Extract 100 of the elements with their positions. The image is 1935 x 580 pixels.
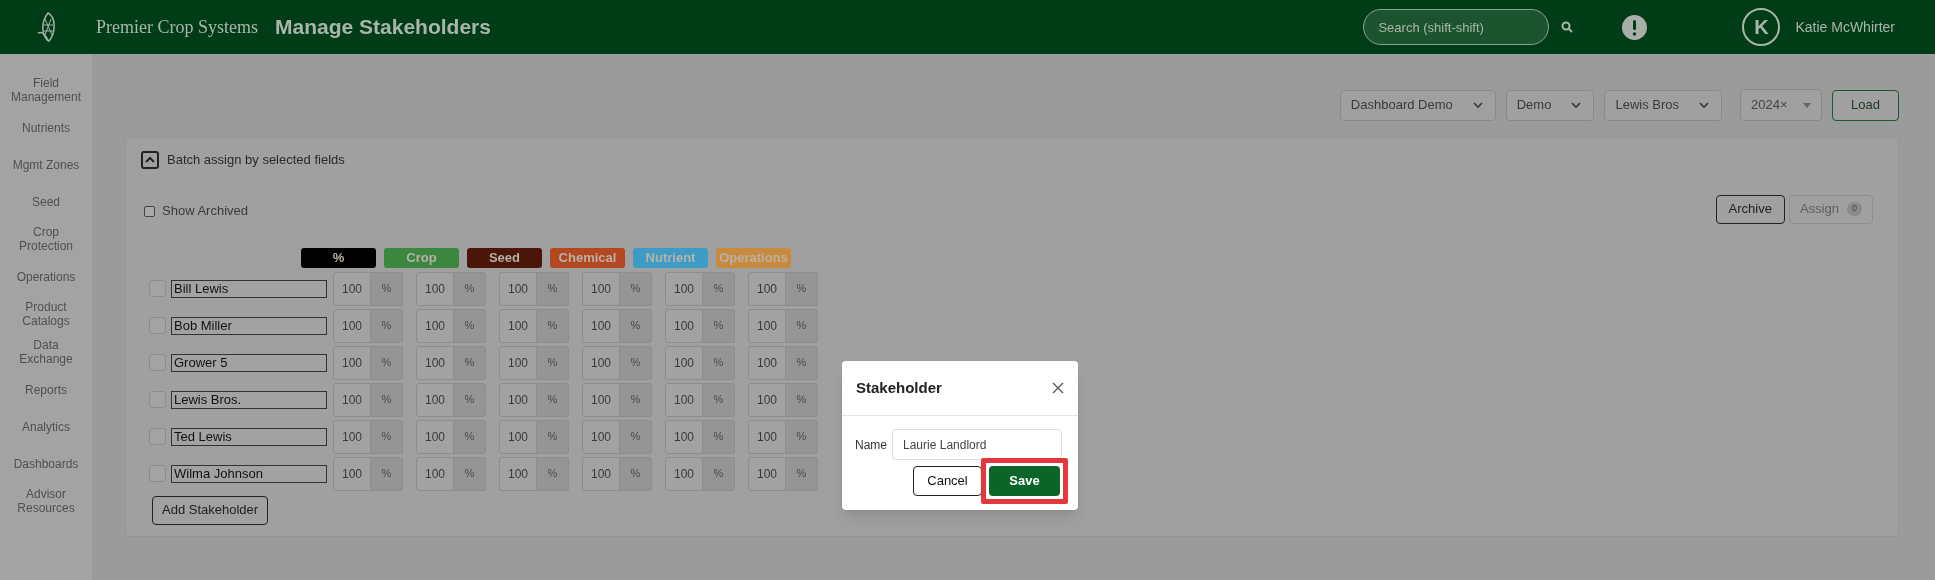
- percent-field[interactable]: 100: [582, 419, 620, 454]
- percent-field[interactable]: 100: [499, 419, 537, 454]
- percent-field[interactable]: 100: [416, 382, 454, 417]
- percent-field[interactable]: 100: [333, 345, 371, 380]
- percent-suffix: %: [537, 456, 569, 491]
- percent-field[interactable]: 100: [499, 382, 537, 417]
- sidebar-item[interactable]: Product Catalogs: [6, 300, 86, 328]
- name-label: Name: [855, 436, 887, 454]
- chevron-icon: [145, 155, 155, 164]
- percent-field[interactable]: 100: [333, 271, 371, 306]
- show-archived-checkbox[interactable]: [144, 205, 155, 217]
- sidebar-item[interactable]: Nutrients: [6, 114, 86, 141]
- year-select[interactable]: 2024×: [1740, 89, 1822, 121]
- stakeholder-name-field[interactable]: Grower 5: [171, 353, 327, 372]
- column-header: Nutrient: [633, 247, 708, 268]
- percent-field[interactable]: 100: [748, 419, 786, 454]
- percent-field[interactable]: 100: [665, 382, 703, 417]
- percent-field[interactable]: 100: [665, 308, 703, 343]
- percent-field[interactable]: 100: [748, 271, 786, 306]
- name-field[interactable]: Laurie Landlord: [892, 429, 1062, 460]
- percent-field[interactable]: 100: [665, 456, 703, 491]
- page-title: Manage Stakeholders: [275, 14, 491, 41]
- percent-suffix: %: [454, 345, 486, 380]
- sidebar-item[interactable]: Analytics: [6, 413, 86, 440]
- column-header: Chemical: [550, 247, 625, 268]
- percent-field[interactable]: 100: [499, 345, 537, 380]
- percent-suffix: %: [537, 271, 569, 306]
- brand-name: Premier Crop Systems: [96, 15, 258, 39]
- column-header: Seed: [467, 247, 542, 268]
- save-button[interactable]: Save: [989, 466, 1060, 496]
- percent-suffix: %: [371, 419, 403, 454]
- show-archived-label: Show Archived: [162, 202, 248, 221]
- sidebar-item[interactable]: Crop Protection: [6, 225, 86, 253]
- percent-field[interactable]: 100: [748, 382, 786, 417]
- percent-suffix: %: [620, 382, 652, 417]
- percent-suffix: %: [454, 456, 486, 491]
- sidebar-item[interactable]: Advisor Resources: [6, 487, 86, 515]
- percent-field[interactable]: 100: [582, 456, 620, 491]
- stakeholder-name-field[interactable]: Bill Lewis: [171, 279, 327, 298]
- dialog-title: Stakeholder: [856, 377, 942, 398]
- percent-field[interactable]: 100: [333, 456, 371, 491]
- stakeholder-name-field[interactable]: Lewis Bros.: [171, 390, 327, 409]
- percent-field[interactable]: 100: [416, 345, 454, 380]
- user-name[interactable]: Katie McWhirter: [1795, 16, 1895, 38]
- percent-field[interactable]: 100: [416, 308, 454, 343]
- percent-field[interactable]: 100: [582, 308, 620, 343]
- collapse-toggle[interactable]: [141, 150, 159, 169]
- close-icon[interactable]: [1052, 382, 1064, 394]
- archive-button[interactable]: Archive: [1715, 194, 1785, 224]
- percent-field[interactable]: 100: [333, 382, 371, 417]
- stakeholder-name-field[interactable]: Ted Lewis: [171, 427, 327, 446]
- percent-field[interactable]: 100: [499, 456, 537, 491]
- sidebar-item[interactable]: Reports: [6, 376, 86, 403]
- column-header: Operations: [716, 247, 791, 268]
- percent-field[interactable]: 100: [416, 456, 454, 491]
- stakeholder-name-field[interactable]: Wilma Johnson: [171, 464, 327, 483]
- percent-field[interactable]: 100: [582, 382, 620, 417]
- load-button[interactable]: Load: [1832, 89, 1899, 121]
- sidebar-item[interactable]: Data Exchange: [6, 338, 86, 366]
- percent-suffix: %: [703, 271, 735, 306]
- alert-icon[interactable]: [1622, 14, 1648, 40]
- percent-field[interactable]: 100: [333, 308, 371, 343]
- percent-field[interactable]: 100: [499, 308, 537, 343]
- percent-field[interactable]: 100: [416, 419, 454, 454]
- percent-field[interactable]: 100: [748, 456, 786, 491]
- percent-suffix: %: [371, 308, 403, 343]
- percent-field[interactable]: 100: [665, 345, 703, 380]
- percent-field[interactable]: 100: [665, 419, 703, 454]
- percent-suffix: %: [537, 419, 569, 454]
- sidebar-item[interactable]: Dashboards: [6, 450, 86, 477]
- percent-field[interactable]: 100: [748, 345, 786, 380]
- sidebar-item[interactable]: Operations: [6, 263, 86, 290]
- stakeholder-name-field[interactable]: Bob Miller: [171, 316, 327, 335]
- percent-suffix: %: [703, 419, 735, 454]
- percent-field[interactable]: 100: [333, 419, 371, 454]
- percent-suffix: %: [703, 308, 735, 343]
- sidebar-item[interactable]: Mgmt Zones: [6, 151, 86, 178]
- user-avatar[interactable]: K: [1742, 8, 1781, 46]
- filter-dropdown[interactable]: Demo: [1505, 89, 1595, 121]
- percent-field[interactable]: 100: [416, 271, 454, 306]
- percent-suffix: %: [620, 419, 652, 454]
- percent-field[interactable]: 100: [665, 271, 703, 306]
- add-stakeholder-button[interactable]: Add Stakeholder: [152, 495, 269, 525]
- search-field[interactable]: Search (shift-shift): [1363, 9, 1550, 45]
- percent-suffix: %: [786, 382, 818, 417]
- percent-field[interactable]: 100: [499, 271, 537, 306]
- percent-suffix: %: [454, 308, 486, 343]
- sidebar-item[interactable]: Seed: [6, 188, 86, 215]
- percent-field[interactable]: 100: [748, 308, 786, 343]
- percent-suffix: %: [371, 456, 403, 491]
- search-icon[interactable]: [1561, 21, 1574, 33]
- filter-dropdown[interactable]: Dashboard Demo: [1339, 89, 1496, 121]
- percent-suffix: %: [786, 308, 818, 343]
- percent-field[interactable]: 100: [582, 345, 620, 380]
- percent-field[interactable]: 100: [582, 271, 620, 306]
- sidebar-item[interactable]: Field Management: [6, 76, 86, 104]
- filter-dropdown[interactable]: Lewis Bros: [1604, 89, 1722, 121]
- percent-suffix: %: [537, 382, 569, 417]
- percent-suffix: %: [454, 271, 486, 306]
- percent-suffix: %: [620, 345, 652, 380]
